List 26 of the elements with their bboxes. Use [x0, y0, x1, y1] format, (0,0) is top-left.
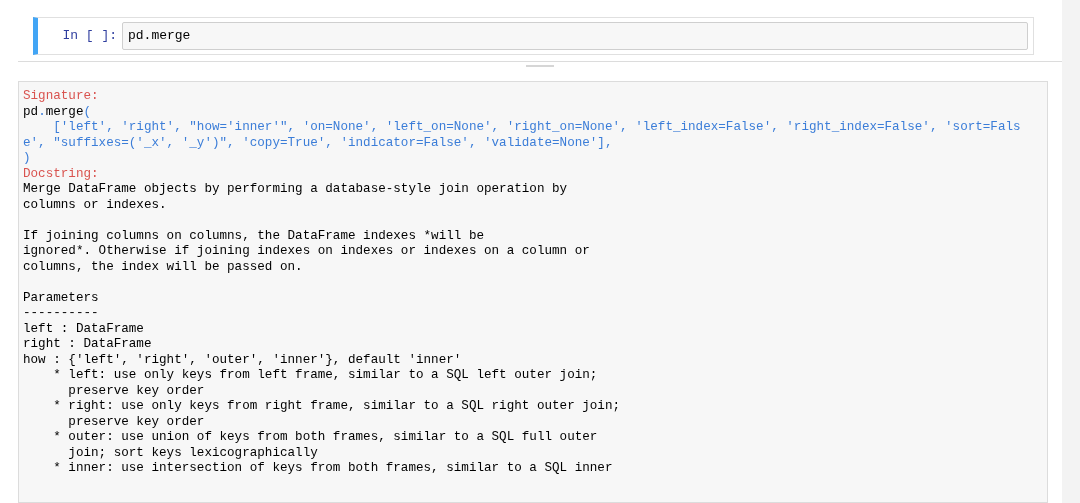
docstring-line: If joining columns on columns, the DataFrame indexes *will be	[23, 228, 484, 244]
signature-line: e', "suffixes=('_x', '_y')", 'copy=True', 'indicator=False', 'validate=None'],	[23, 135, 613, 151]
signature-line: ['left', 'right', "how='inner'", 'on=None', 'left_on=None', 'right_on=None', 'left_index=False', 'right_index=False', 'sort=Fals	[52, 120, 1021, 136]
input-prompt: In [ ]:	[61, 27, 118, 46]
signature-line: )	[23, 151, 31, 167]
code-input[interactable]: pd.merge	[122, 22, 1028, 50]
docstring-line: preserve key order	[67, 414, 205, 430]
docstring-line: * outer: use union of keys from both frames, similar to a SQL full outer	[52, 430, 598, 446]
docstring-line: ----------	[23, 306, 99, 322]
docstring-label: Docstring:	[23, 166, 100, 182]
docstring-line: Merge DataFrame objects by performing a database-style join operation by	[23, 182, 568, 198]
signature-line: pd.merge(	[23, 104, 92, 120]
pager-resize-handle[interactable]	[526, 65, 554, 67]
docstring-line: how : {'left', 'right', 'outer', 'inner'}, default 'inner'	[23, 352, 462, 368]
docstring-line: columns, the index will be passed on.	[23, 259, 303, 275]
signature-label: Signature:	[23, 89, 100, 105]
docstring-line: * right: use only keys from right frame, similar to a SQL right outer join;	[52, 399, 621, 415]
docstring-line: right : DataFrame	[23, 337, 152, 353]
docstring-line: left : DataFrame	[23, 321, 144, 337]
docstring-line: * inner: use intersection of keys from both frames, similar to a SQL inner	[52, 461, 613, 477]
docstring-line: join; sort keys lexicographically	[67, 445, 318, 461]
docstring-line: * left: use only keys from left frame, similar to a SQL left outer join;	[52, 368, 598, 384]
docstring-line: Parameters	[23, 290, 99, 306]
docstring-line: columns or indexes.	[23, 197, 167, 213]
docstring-line: ignored*. Otherwise if joining indexes on indexes or indexes on a column or	[23, 244, 590, 260]
docstring-line: preserve key order	[67, 383, 205, 399]
